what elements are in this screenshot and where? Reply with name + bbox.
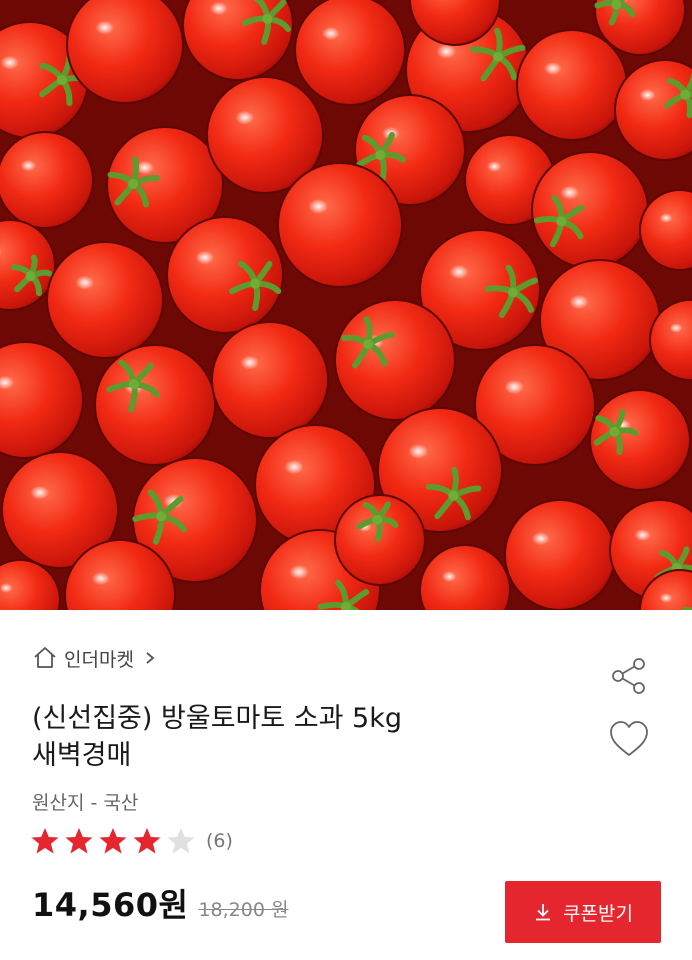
store-link[interactable]: 인더마켓	[32, 645, 156, 671]
coupon-label: 쿠폰받기	[563, 902, 633, 925]
star-icon	[31, 828, 59, 854]
product-detail-page: 인더마켓 (신선집중) 방울토마토 소과 5kg 새벽경매 원산지 - 국산 (…	[0, 0, 692, 960]
product-title-line1: (신선집중) 방울토마토 소과 5kg	[32, 703, 403, 734]
product-info-panel: 인더마켓 (신선집중) 방울토마토 소과 5kg 새벽경매 원산지 - 국산 (…	[0, 610, 692, 960]
product-title: (신선집중) 방울토마토 소과 5kg 새벽경매	[32, 700, 552, 774]
origin-label: 원산지 - 국산	[32, 792, 139, 814]
share-icon[interactable]	[607, 654, 651, 698]
rating[interactable]: (6)	[30, 824, 233, 858]
original-price: 18,200 원	[198, 899, 289, 921]
review-count[interactable]: (6)	[206, 830, 233, 852]
store-name: 인더마켓	[64, 648, 134, 671]
star-icon	[65, 828, 93, 854]
tomato-photo	[0, 0, 692, 610]
heart-icon[interactable]	[607, 718, 651, 762]
home-icon	[34, 647, 56, 668]
star-icon	[133, 828, 161, 854]
rating-stars	[30, 826, 200, 856]
star-icon	[167, 828, 195, 854]
chevron-right-icon	[146, 652, 155, 664]
coupon-button[interactable]: 쿠폰받기	[505, 881, 661, 943]
sale-price: 14,560원	[32, 886, 189, 924]
star-icon	[99, 828, 127, 854]
price-row: 14,560원 18,200 원	[32, 880, 288, 924]
product-image[interactable]	[0, 0, 692, 610]
download-icon	[536, 904, 551, 921]
product-title-line2: 새벽경매	[32, 740, 132, 771]
